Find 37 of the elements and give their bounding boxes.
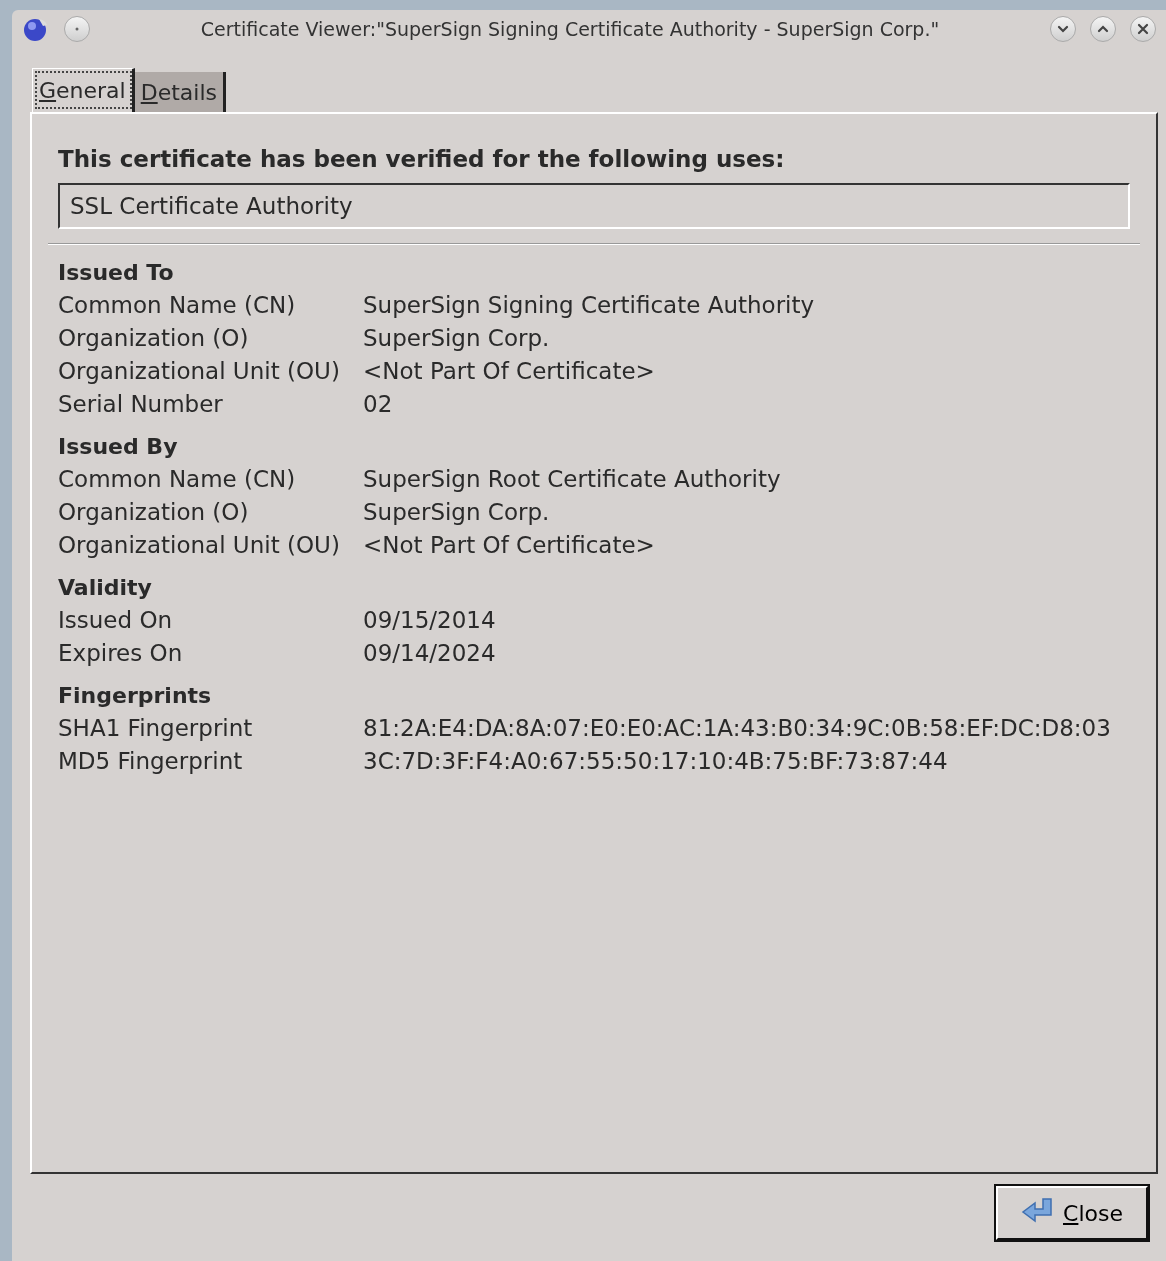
field-label: Common Name (CN)	[58, 465, 297, 494]
field-value: 81:2A:E4:DA:8A:07:E0:E0:AC:1A:43:B0:34:9C:0B:58:EF:DC:D8:03	[363, 714, 1112, 743]
close-button[interactable]: Close	[996, 1186, 1148, 1240]
field-value: 09/14/2024	[363, 639, 497, 668]
field-label: Serial Number	[58, 390, 224, 419]
section-heading: Validity	[58, 574, 153, 602]
window-title: Certificate Viewer:"SuperSign Signing Certificate Authority - SuperSign Corp."	[199, 16, 941, 42]
field-value: 3C:7D:3F:F4:A0:67:55:50:17:10:4B:75:BF:73:87:44	[363, 747, 949, 776]
tab[interactable]: Details	[134, 72, 226, 112]
dot-icon	[75, 27, 79, 31]
field-label: Issued On	[58, 606, 174, 635]
field-label: Common Name (CN)	[58, 291, 297, 320]
minimize-button[interactable]	[1050, 16, 1076, 42]
field-value: SuperSign Root Certificate Authority	[363, 465, 782, 494]
section-heading: Fingerprints	[58, 682, 213, 710]
field-label: Organization (O)	[58, 324, 250, 353]
uses-field: SSL Certificate Authority	[58, 182, 1130, 229]
field-label: Expires On	[58, 639, 184, 668]
field-value: 09/15/2014	[363, 606, 497, 635]
field-value: SuperSign Signing Certificate Authority	[363, 291, 816, 320]
field-label: Organization (O)	[58, 498, 250, 527]
section-heading: Issued By	[58, 433, 179, 461]
tab[interactable]: General	[32, 68, 135, 112]
verified-heading: This certificate has been verified for the following uses:	[58, 145, 786, 174]
close-window-button[interactable]	[1130, 16, 1156, 42]
field-value: SuperSign Corp.	[363, 324, 551, 353]
field-value: SuperSign Corp.	[363, 498, 551, 527]
field-value: <Not Part Of Certificate>	[363, 531, 656, 560]
close-icon	[1136, 22, 1150, 36]
field-label: Organizational Unit (OU)	[58, 531, 341, 560]
field-label: SHA1 Fingerprint	[58, 714, 254, 743]
maximize-button[interactable]	[1090, 16, 1116, 42]
section-heading: Issued To	[58, 259, 175, 287]
field-value: <Not Part Of Certificate>	[363, 357, 656, 386]
field-value: 02	[363, 390, 394, 419]
field-label: MD5 Fingerprint	[58, 747, 244, 776]
field-label: Organizational Unit (OU)	[58, 357, 341, 386]
